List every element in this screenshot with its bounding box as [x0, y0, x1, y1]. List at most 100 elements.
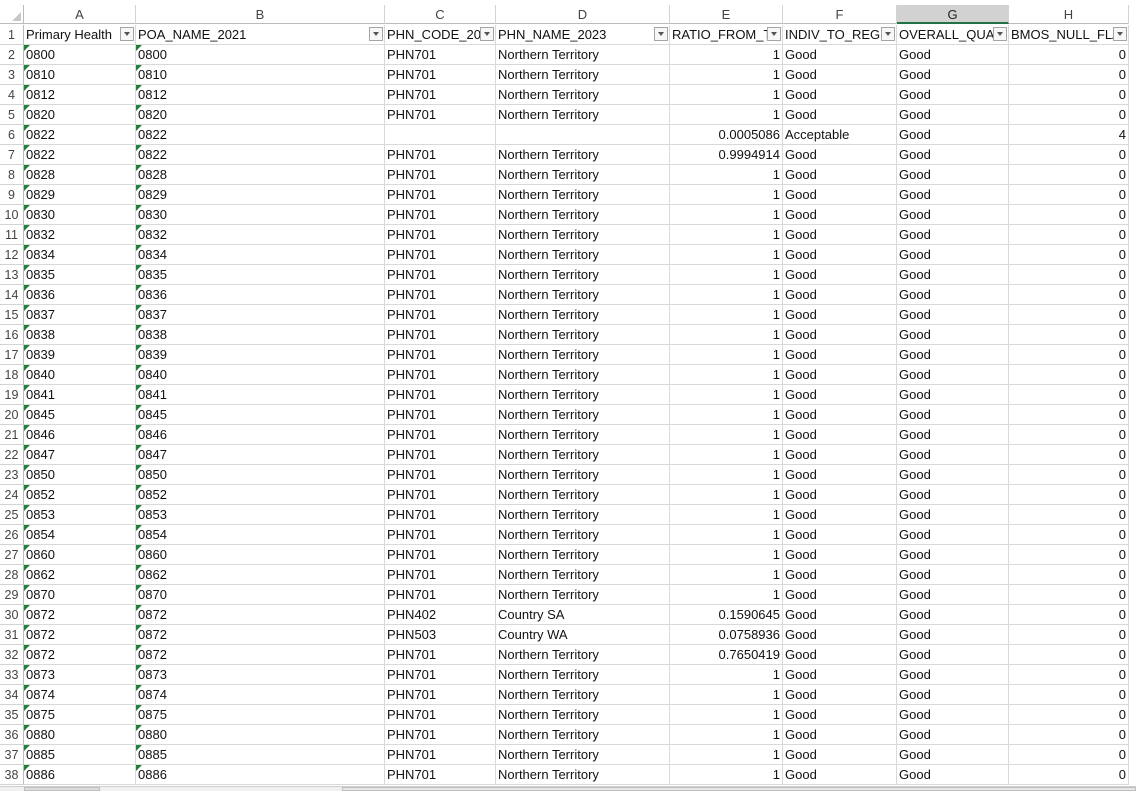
cell-bmos-null-flag[interactable]: 0 — [1009, 145, 1129, 165]
row-number[interactable]: 27 — [0, 545, 24, 565]
cell-overall-quality[interactable]: Good — [897, 585, 1009, 605]
cell-phn-code[interactable]: PHN402 — [385, 605, 496, 625]
filter-dropdown-icon[interactable] — [654, 27, 668, 41]
cell-overall-quality[interactable]: Good — [897, 505, 1009, 525]
cell-primary-health[interactable]: 0852 — [24, 485, 136, 505]
cell-indiv-to-region[interactable]: Good — [783, 405, 897, 425]
cell-bmos-null-flag[interactable]: 0 — [1009, 685, 1129, 705]
cell-phn-code[interactable]: PHN701 — [385, 545, 496, 565]
row-number[interactable]: 2 — [0, 45, 24, 65]
cell-ratio[interactable]: 1 — [670, 465, 783, 485]
cell-indiv-to-region[interactable]: Good — [783, 705, 897, 725]
cell-bmos-null-flag[interactable]: 0 — [1009, 625, 1129, 645]
row-number[interactable]: 30 — [0, 605, 24, 625]
cell-poa-name[interactable]: 0874 — [136, 685, 385, 705]
cell-indiv-to-region[interactable]: Good — [783, 525, 897, 545]
cell-poa-name[interactable]: 0846 — [136, 425, 385, 445]
cell-overall-quality[interactable]: Good — [897, 345, 1009, 365]
cell-bmos-null-flag[interactable]: 0 — [1009, 465, 1129, 485]
cell-ratio[interactable]: 1 — [670, 725, 783, 745]
cell-primary-health[interactable]: 0846 — [24, 425, 136, 445]
cell-primary-health[interactable]: 0838 — [24, 325, 136, 345]
cell-bmos-null-flag[interactable]: 0 — [1009, 605, 1129, 625]
header-cell-phn-code[interactable]: PHN_CODE_2023 — [385, 25, 496, 45]
cell-phn-code[interactable]: PHN701 — [385, 285, 496, 305]
cell-primary-health[interactable]: 0837 — [24, 305, 136, 325]
cell-poa-name[interactable]: 0837 — [136, 305, 385, 325]
filter-dropdown-icon[interactable] — [993, 27, 1007, 41]
row-number[interactable]: 8 — [0, 165, 24, 185]
cell-primary-health[interactable]: 0828 — [24, 165, 136, 185]
cell-overall-quality[interactable]: Good — [897, 645, 1009, 665]
cell-bmos-null-flag[interactable]: 0 — [1009, 765, 1129, 785]
cell-phn-code[interactable]: PHN701 — [385, 525, 496, 545]
cell-indiv-to-region[interactable]: Good — [783, 685, 897, 705]
cell-ratio[interactable]: 1 — [670, 245, 783, 265]
cell-primary-health[interactable]: 0834 — [24, 245, 136, 265]
cell-poa-name[interactable]: 0886 — [136, 765, 385, 785]
header-cell-bmos-null-flag[interactable]: BMOS_NULL_FLAG — [1009, 25, 1129, 45]
cell-bmos-null-flag[interactable]: 0 — [1009, 565, 1129, 585]
cell-ratio[interactable]: 1 — [670, 425, 783, 445]
cell-poa-name[interactable]: 0841 — [136, 385, 385, 405]
cell-poa-name[interactable]: 0872 — [136, 625, 385, 645]
cell-bmos-null-flag[interactable]: 0 — [1009, 525, 1129, 545]
cell-primary-health[interactable]: 0835 — [24, 265, 136, 285]
cell-poa-name[interactable]: 0885 — [136, 745, 385, 765]
row-number[interactable]: 32 — [0, 645, 24, 665]
cell-phn-name[interactable]: Northern Territory — [496, 205, 670, 225]
cell-bmos-null-flag[interactable]: 0 — [1009, 265, 1129, 285]
cell-overall-quality[interactable]: Good — [897, 105, 1009, 125]
cell-phn-name[interactable]: Northern Territory — [496, 425, 670, 445]
cell-ratio[interactable]: 1 — [670, 705, 783, 725]
cell-phn-code[interactable]: PHN701 — [385, 505, 496, 525]
cell-primary-health[interactable]: 0820 — [24, 105, 136, 125]
cell-indiv-to-region[interactable]: Good — [783, 605, 897, 625]
row-number[interactable]: 35 — [0, 705, 24, 725]
header-cell-overall-quality[interactable]: OVERALL_QUALITY — [897, 25, 1009, 45]
cell-overall-quality[interactable]: Good — [897, 125, 1009, 145]
cell-bmos-null-flag[interactable]: 0 — [1009, 245, 1129, 265]
cell-poa-name[interactable]: 0873 — [136, 665, 385, 685]
cell-ratio[interactable]: 1 — [670, 305, 783, 325]
cell-phn-code[interactable]: PHN701 — [385, 725, 496, 745]
cell-primary-health[interactable]: 0832 — [24, 225, 136, 245]
cell-poa-name[interactable]: 0829 — [136, 185, 385, 205]
row-number[interactable]: 16 — [0, 325, 24, 345]
cell-indiv-to-region[interactable]: Good — [783, 225, 897, 245]
row-number[interactable]: 17 — [0, 345, 24, 365]
cell-ratio[interactable]: 0.9994914 — [670, 145, 783, 165]
filter-dropdown-icon[interactable] — [1113, 27, 1127, 41]
cell-primary-health[interactable]: 0875 — [24, 705, 136, 725]
cell-poa-name[interactable]: 0852 — [136, 485, 385, 505]
cell-phn-name[interactable]: Northern Territory — [496, 705, 670, 725]
cell-phn-code[interactable]: PHN701 — [385, 305, 496, 325]
cell-indiv-to-region[interactable]: Good — [783, 205, 897, 225]
cell-phn-name[interactable]: Northern Territory — [496, 245, 670, 265]
cell-phn-code[interactable]: PHN701 — [385, 45, 496, 65]
cell-overall-quality[interactable]: Good — [897, 485, 1009, 505]
column-header-e[interactable]: E — [670, 5, 783, 24]
cell-ratio[interactable]: 1 — [670, 345, 783, 365]
cell-indiv-to-region[interactable]: Good — [783, 725, 897, 745]
cell-overall-quality[interactable]: Good — [897, 465, 1009, 485]
cell-indiv-to-region[interactable]: Good — [783, 545, 897, 565]
cell-primary-health[interactable]: 0822 — [24, 145, 136, 165]
cell-phn-code[interactable]: PHN701 — [385, 705, 496, 725]
cell-phn-name[interactable]: Northern Territory — [496, 85, 670, 105]
cell-ratio[interactable]: 0.0758936 — [670, 625, 783, 645]
cell-bmos-null-flag[interactable]: 0 — [1009, 505, 1129, 525]
cell-phn-code[interactable]: PHN701 — [385, 665, 496, 685]
cell-primary-health[interactable]: 0880 — [24, 725, 136, 745]
cell-poa-name[interactable]: 0822 — [136, 145, 385, 165]
cell-indiv-to-region[interactable]: Good — [783, 345, 897, 365]
row-number[interactable]: 21 — [0, 425, 24, 445]
cell-primary-health[interactable]: 0839 — [24, 345, 136, 365]
cell-phn-name[interactable]: Northern Territory — [496, 545, 670, 565]
cell-overall-quality[interactable]: Good — [897, 405, 1009, 425]
cell-ratio[interactable]: 1 — [670, 405, 783, 425]
column-header-b[interactable]: B — [136, 5, 385, 24]
row-number[interactable]: 23 — [0, 465, 24, 485]
cell-ratio[interactable]: 1 — [670, 565, 783, 585]
cell-overall-quality[interactable]: Good — [897, 605, 1009, 625]
